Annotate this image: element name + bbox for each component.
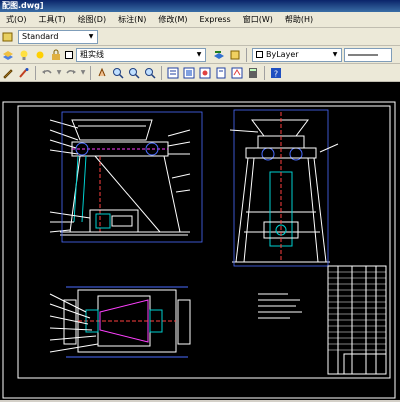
menu-tools[interactable]: 工具(T) [33, 12, 72, 28]
pencil-icon[interactable] [1, 66, 15, 80]
layer-color-swatch [65, 50, 73, 59]
menu-draw[interactable]: 绘图(D) [72, 12, 112, 28]
properties-icon[interactable] [166, 66, 180, 80]
color-dropdown[interactable]: ByLayer ▼ [252, 47, 342, 62]
chevron-down-icon: ▼ [332, 50, 338, 58]
layer-state-icon[interactable] [228, 48, 242, 62]
markup-icon[interactable] [230, 66, 244, 80]
line-sample-icon [348, 54, 378, 55]
toolbar-separator [161, 65, 162, 80]
lock-icon[interactable] [49, 48, 63, 62]
color-swatch [256, 51, 263, 58]
zoom-previous-icon[interactable] [143, 66, 157, 80]
window-title: 配图.dwg] [0, 0, 400, 12]
toolbar-separator [90, 65, 91, 80]
toolbar-separator [246, 47, 247, 62]
front-view [49, 111, 203, 243]
top-view [49, 286, 191, 358]
pan-icon[interactable] [95, 66, 109, 80]
toolbar-separator [35, 65, 36, 80]
menu-bar: 式(O) 工具(T) 绘图(D) 标注(N) 修改(M) Express 窗口(… [0, 12, 400, 28]
menu-help[interactable]: 帮助(H) [279, 12, 319, 28]
svg-text:?: ? [274, 69, 278, 78]
layer-name: 粗实线 [80, 50, 104, 59]
paintbrush-icon[interactable] [17, 66, 31, 80]
sun-icon[interactable] [33, 48, 47, 62]
calculator-icon[interactable] [246, 66, 260, 80]
layer-dropdown[interactable]: 粗实线 ▼ [76, 47, 206, 62]
menu-window[interactable]: 窗口(W) [237, 12, 279, 28]
chevron-down-icon[interactable]: ▼ [56, 66, 62, 80]
help-icon[interactable]: ? [269, 66, 283, 80]
text-style-dropdown[interactable]: Standard ▼ [18, 29, 98, 44]
lightbulb-icon[interactable] [17, 48, 31, 62]
layers-toolbar: 粗实线 ▼ ByLayer ▼ [0, 46, 400, 64]
side-view [229, 109, 339, 267]
zoom-window-icon[interactable] [127, 66, 141, 80]
title-block [327, 265, 387, 375]
menu-express[interactable]: Express [193, 12, 236, 28]
chevron-down-icon: ▼ [196, 50, 202, 58]
chevron-down-icon[interactable]: ▼ [80, 66, 86, 80]
drawing-canvas[interactable] [0, 82, 400, 400]
menu-dimension[interactable]: 标注(N) [112, 12, 152, 28]
color-value: ByLayer [266, 50, 299, 59]
dimstyle-icon[interactable] [1, 30, 15, 44]
layer-manager-icon[interactable] [1, 48, 15, 62]
technical-notes [258, 293, 302, 319]
layer-previous-icon[interactable] [212, 48, 226, 62]
standard-toolbar: ▼ ▼ ? [0, 64, 400, 82]
redo-icon[interactable] [64, 66, 78, 80]
cad-drawing [2, 101, 396, 399]
styles-toolbar: Standard ▼ [0, 28, 400, 46]
menu-format[interactable]: 式(O) [0, 12, 33, 28]
zoom-realtime-icon[interactable] [111, 66, 125, 80]
design-center-icon[interactable] [182, 66, 196, 80]
menu-modify[interactable]: 修改(M) [152, 12, 193, 28]
tool-palettes-icon[interactable] [198, 66, 212, 80]
toolbar-separator [264, 65, 265, 80]
text-style-value: Standard [22, 32, 59, 41]
linetype-dropdown[interactable] [344, 47, 392, 62]
sheet-set-icon[interactable] [214, 66, 228, 80]
undo-icon[interactable] [40, 66, 54, 80]
chevron-down-icon: ▼ [88, 32, 94, 40]
